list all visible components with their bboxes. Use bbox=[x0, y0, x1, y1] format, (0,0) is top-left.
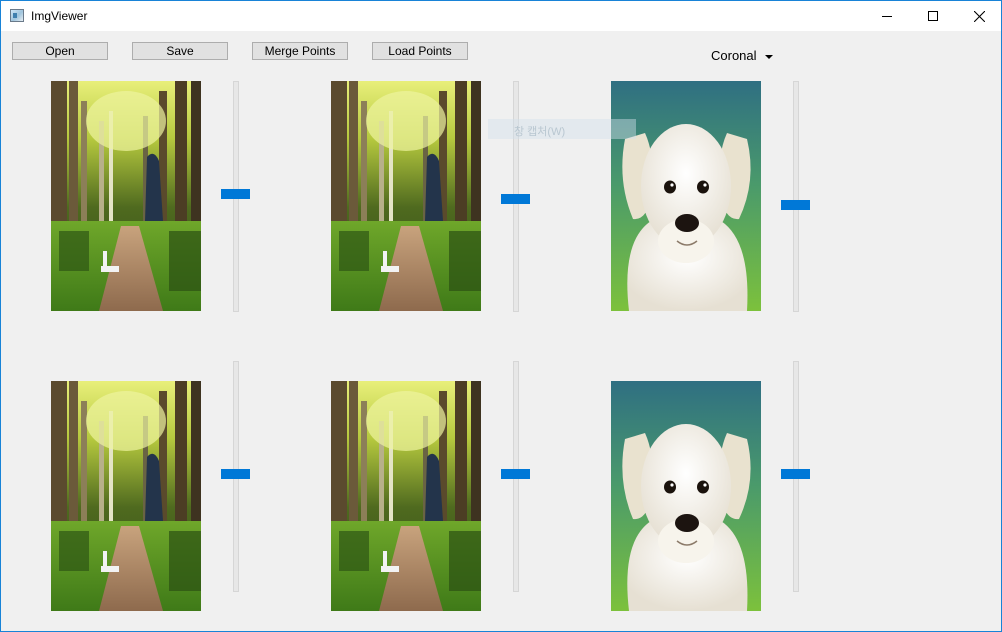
slice-slider-4[interactable] bbox=[221, 361, 251, 592]
slice-slider-3[interactable] bbox=[781, 81, 811, 312]
close-icon bbox=[973, 10, 985, 22]
title-bar[interactable]: ImgViewer bbox=[1, 1, 1001, 31]
minimize-button[interactable] bbox=[864, 1, 910, 31]
forest-path-image bbox=[331, 381, 481, 611]
slice-slider-2[interactable] bbox=[501, 81, 531, 312]
slider-handle[interactable] bbox=[781, 200, 810, 210]
forest-path-image bbox=[51, 81, 201, 311]
view-orientation-select[interactable]: Coronal bbox=[703, 45, 783, 67]
image-view-3[interactable] bbox=[611, 81, 761, 311]
chevron-down-icon bbox=[765, 55, 773, 59]
forest-path-image bbox=[51, 381, 201, 611]
slider-handle[interactable] bbox=[221, 189, 250, 199]
forest-path-image bbox=[331, 81, 481, 311]
image-view-6[interactable] bbox=[611, 381, 761, 611]
image-view-4[interactable] bbox=[51, 381, 201, 611]
load-points-button[interactable]: Load Points bbox=[372, 42, 468, 60]
close-button[interactable] bbox=[956, 1, 1002, 31]
slider-handle[interactable] bbox=[781, 469, 810, 479]
view-orientation-value: Coronal bbox=[711, 48, 757, 63]
slider-track bbox=[793, 81, 799, 312]
puppy-image bbox=[611, 81, 761, 311]
maximize-button[interactable] bbox=[910, 1, 956, 31]
slider-handle[interactable] bbox=[501, 194, 530, 204]
slice-slider-1[interactable] bbox=[221, 81, 251, 312]
window-title: ImgViewer bbox=[31, 9, 88, 23]
open-button[interactable]: Open bbox=[12, 42, 108, 60]
image-view-2[interactable] bbox=[331, 81, 481, 311]
image-view-5[interactable] bbox=[331, 381, 481, 611]
slice-slider-6[interactable] bbox=[781, 361, 811, 592]
save-button[interactable]: Save bbox=[132, 42, 228, 60]
ghost-tooltip-text: 창 캡처(W) bbox=[514, 126, 566, 138]
maximize-icon bbox=[928, 11, 938, 21]
slider-handle[interactable] bbox=[501, 469, 530, 479]
puppy-image bbox=[611, 381, 761, 611]
minimize-icon bbox=[882, 16, 892, 17]
app-window: ImgViewer Open Save Merge Points Load Po… bbox=[0, 0, 1002, 632]
image-view-1[interactable] bbox=[51, 81, 201, 311]
merge-points-button[interactable]: Merge Points bbox=[252, 42, 348, 60]
app-icon bbox=[10, 9, 24, 22]
ghost-tooltip: 창 캡처(W) bbox=[488, 119, 636, 139]
slice-slider-5[interactable] bbox=[501, 361, 531, 592]
slider-handle[interactable] bbox=[221, 469, 250, 479]
